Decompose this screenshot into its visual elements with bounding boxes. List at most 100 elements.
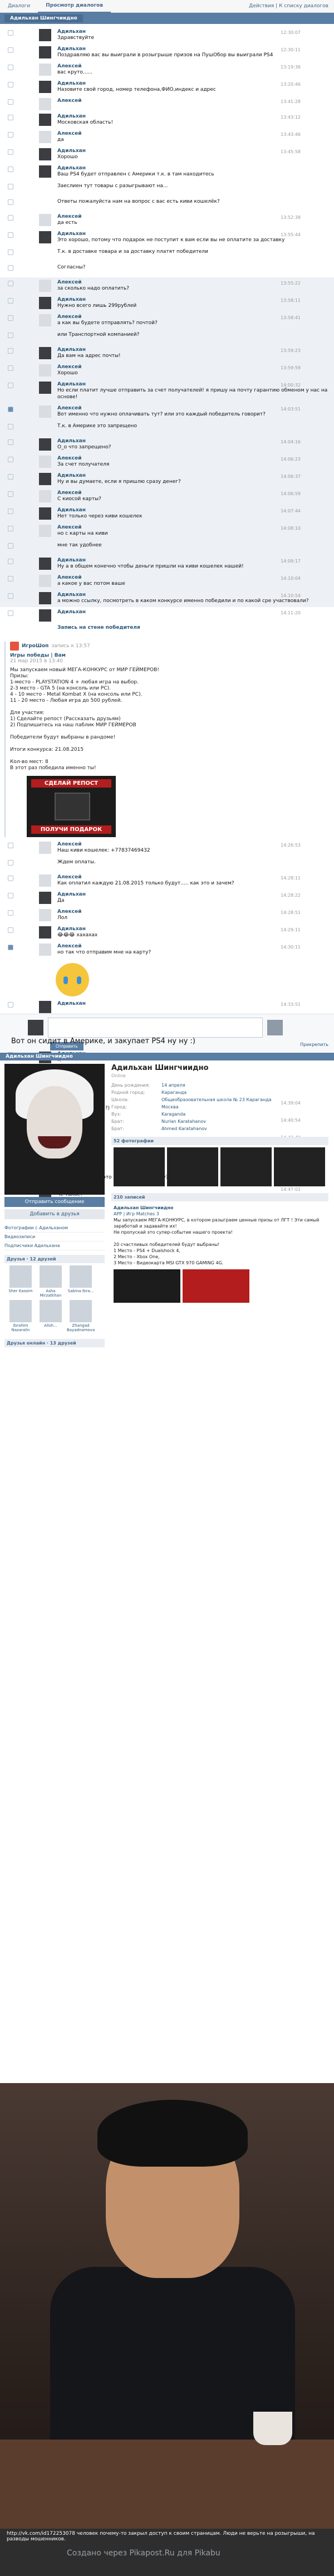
message-input[interactable] (48, 1018, 263, 1038)
message-row[interactable]: Алексей да 13:43:46 (0, 129, 334, 146)
profile-avatar[interactable] (4, 1064, 105, 1195)
message-checkbox[interactable] (8, 132, 13, 138)
repost-title[interactable]: Игры победы | Вам (10, 653, 177, 658)
info-value[interactable]: Москва (161, 1104, 179, 1109)
wall-post-author[interactable]: Адильхан Шингчиидно (114, 1205, 326, 1211)
side-link[interactable]: Видеозаписи (4, 1233, 105, 1241)
friend-tile[interactable]: Sher Kassim (7, 1265, 35, 1298)
message-checkbox[interactable] (8, 843, 13, 848)
info-value[interactable]: Ahmed Karatahanov (161, 1126, 207, 1131)
message-checkbox[interactable] (8, 65, 13, 70)
avatar[interactable] (39, 214, 51, 226)
avatar[interactable] (39, 364, 51, 377)
message-row[interactable]: Адильхан Московская область! 13:43:12 (0, 111, 334, 129)
message-checkbox[interactable] (8, 491, 13, 497)
message-row[interactable]: Заеслиен тут товары с разыгрывают на... (0, 180, 334, 196)
message-row[interactable]: Адильхан Но если платит лучше отправить з… (0, 379, 334, 403)
friend-tile[interactable]: Sabina Ibra... (67, 1265, 95, 1298)
message-checkbox[interactable] (8, 199, 13, 205)
dialog-partner-name[interactable]: Адильхан Шингчиидно (4, 14, 83, 22)
tab-dialogs[interactable]: Диалоги (0, 0, 38, 12)
message-checkbox[interactable] (8, 593, 13, 599)
message-row[interactable]: Алексей Вот именно что нужно оплачивать т… (0, 403, 334, 421)
photo-thumb[interactable] (167, 1147, 218, 1186)
avatar[interactable] (39, 842, 51, 854)
message-checkbox[interactable] (8, 281, 13, 286)
message-checkbox[interactable] (8, 250, 13, 255)
message-checkbox[interactable] (8, 298, 13, 304)
avatar[interactable] (39, 592, 51, 604)
info-value[interactable]: Karaganda (161, 1112, 185, 1117)
photos-header[interactable]: 52 фотографии (111, 1137, 328, 1145)
message-checkbox[interactable] (8, 543, 13, 549)
message-checkbox[interactable] (8, 424, 13, 429)
photo-thumb[interactable] (114, 1147, 165, 1186)
message-checkbox[interactable] (8, 232, 13, 238)
message-row[interactable]: Алексей вас круто...... 13:19:36 (0, 61, 334, 79)
message-row[interactable]: Адильхан Здравствуйте 12:30:07 (0, 27, 334, 44)
message-row[interactable]: Адильхан Да 14:28:22 (0, 889, 334, 907)
info-value[interactable]: Караганда (161, 1090, 186, 1095)
message-checkbox[interactable] (8, 576, 13, 581)
message-row[interactable]: Алексей а как вы будете отправлять? почто… (0, 312, 334, 329)
message-checkbox[interactable] (8, 474, 13, 480)
message-checkbox[interactable] (8, 365, 13, 371)
message-row[interactable]: Согласны? (0, 262, 334, 277)
message-checkbox[interactable] (8, 407, 13, 412)
message-checkbox[interactable] (8, 348, 13, 354)
message-row[interactable]: Адильхан Ваш PS4 будет отправлен с Америк… (0, 163, 334, 180)
avatar[interactable] (39, 297, 51, 309)
message-checkbox[interactable] (8, 526, 13, 531)
message-row[interactable]: Алексей Лол 14:28:51 (0, 907, 334, 924)
message-checkbox[interactable] (8, 910, 13, 916)
friend-tile[interactable]: Zhangad Bayadnamova (67, 1300, 95, 1332)
avatar[interactable] (39, 926, 51, 938)
attach-link[interactable]: Прикрепить (300, 1042, 328, 1050)
partner-avatar[interactable] (267, 1020, 283, 1035)
avatar[interactable] (39, 507, 51, 520)
message-checkbox[interactable] (8, 945, 13, 950)
message-row[interactable]: Адильхан 😂😂😂 хахахах 14:29:11 (0, 924, 334, 941)
avatar[interactable] (39, 525, 51, 537)
message-row[interactable]: Алексей Наш киви кошелек: +77837469432 14:… (0, 839, 334, 857)
avatar[interactable] (39, 874, 51, 887)
avatar[interactable] (39, 81, 51, 93)
message-author[interactable]: Адильхан (57, 165, 328, 171)
message-row[interactable]: Алексей 13:41:28 (0, 96, 334, 111)
message-row[interactable]: Адильхан 14:11:20 (0, 607, 334, 623)
avatar[interactable] (39, 1001, 51, 1013)
message-row[interactable]: Алексей За счет получателя 14:06:23 (0, 453, 334, 471)
message-checkbox[interactable] (8, 1002, 13, 1008)
actions-links[interactable]: Действия | К списку диалогов (249, 3, 334, 9)
message-row[interactable]: Адильхан Ну а в общем конечно чтобы деньг… (0, 555, 334, 573)
message-checkbox[interactable] (8, 559, 13, 564)
friend-tile[interactable]: Asha Mirzatkhan (37, 1265, 65, 1298)
message-row[interactable]: Адильхан Ну и вы думаете, если я пришлю с… (0, 471, 334, 488)
info-value[interactable]: Nurlan Karatahanov (161, 1119, 206, 1124)
message-checkbox[interactable] (8, 47, 13, 53)
avatar[interactable] (39, 314, 51, 326)
message-row[interactable]: Ответы пожалуйста нам на вопрос с вас ес… (0, 196, 334, 212)
avatar[interactable] (39, 490, 51, 502)
wall-post-image[interactable] (183, 1269, 249, 1303)
add-friend-button[interactable]: Добавить в друзья (4, 1209, 105, 1219)
message-row[interactable]: Адильхан Назовите свой город, номер телеф… (0, 79, 334, 96)
message-checkbox[interactable] (8, 876, 13, 881)
avatar[interactable] (39, 114, 51, 126)
message-row[interactable]: Адильхан 14:33:51 (0, 999, 334, 1014)
wall-post-link[interactable]: Запись на стене победителя (57, 625, 140, 630)
message-row[interactable]: Адильхан Хорошо 13:45:58 (0, 146, 334, 163)
friend-tile[interactable]: Ibrahim Nazaralin (7, 1300, 35, 1332)
message-checkbox[interactable] (8, 115, 13, 120)
avatar[interactable] (39, 558, 51, 570)
message-checkbox[interactable] (8, 457, 13, 462)
avatar[interactable] (39, 29, 51, 41)
message-checkbox[interactable] (8, 893, 13, 898)
message-checkbox[interactable] (8, 215, 13, 221)
send-message-button[interactable]: Отправить сообщение (4, 1197, 105, 1207)
message-row[interactable]: Адильхан а можно ссылку, посмотреть в как… (0, 590, 334, 607)
photo-thumb[interactable] (220, 1147, 272, 1186)
message-checkbox[interactable] (8, 82, 13, 87)
avatar[interactable] (39, 909, 51, 921)
message-row[interactable]: или Транспортной компанией? (0, 329, 334, 345)
